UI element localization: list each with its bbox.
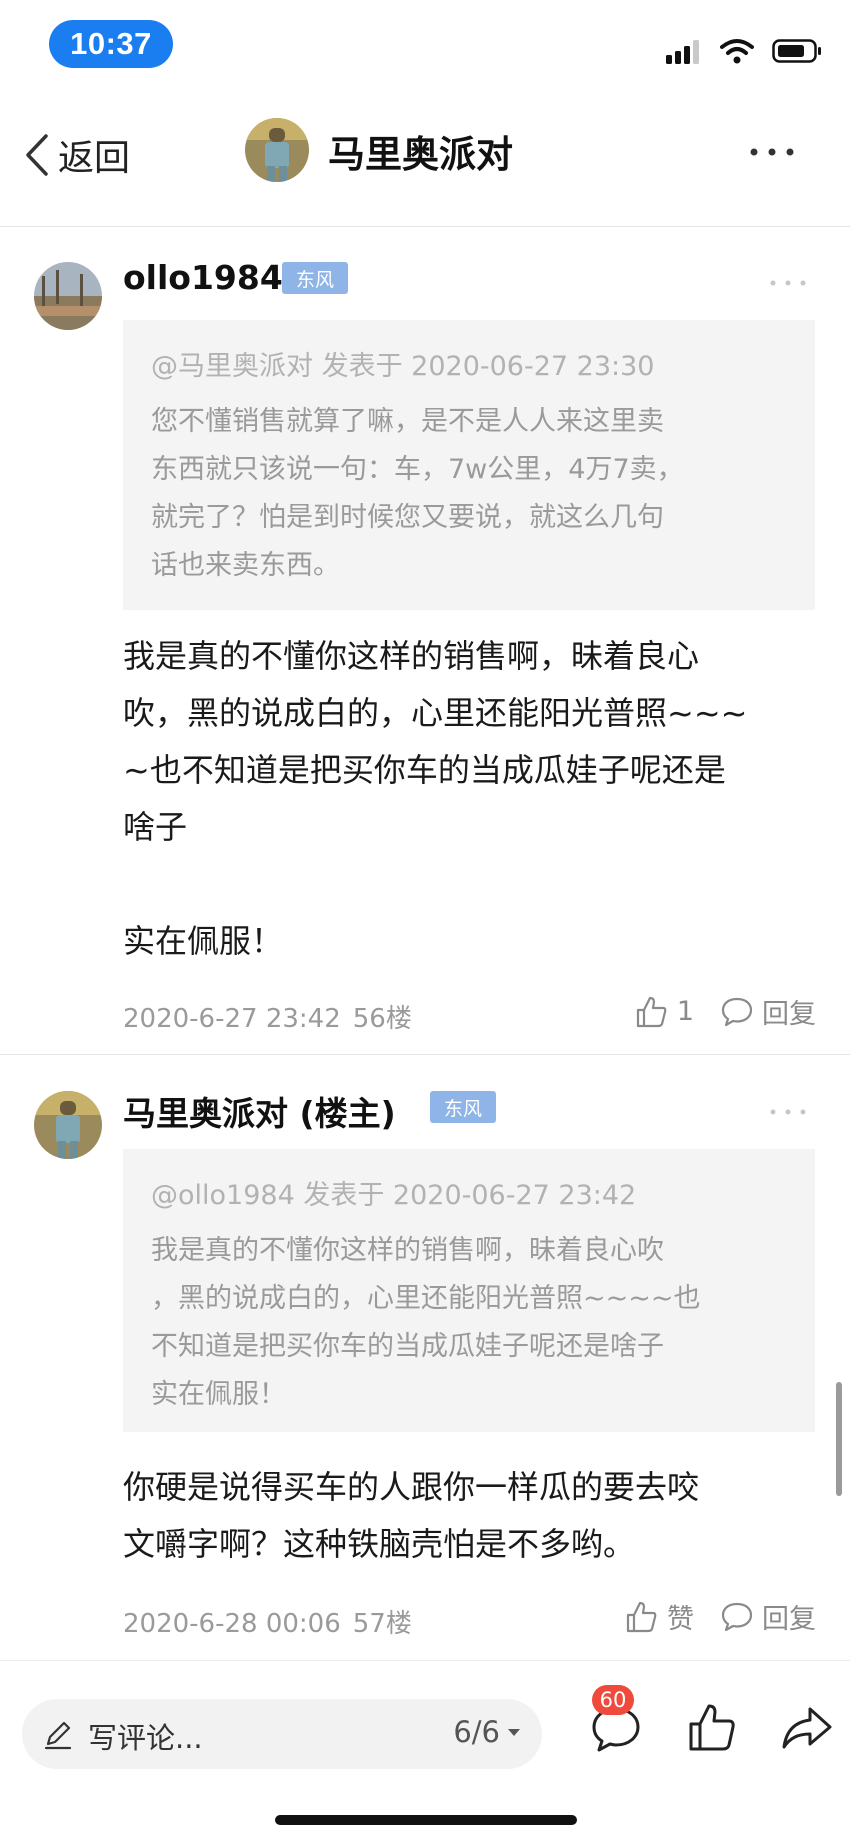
- post-actions: 赞 回复: [625, 1597, 816, 1636]
- user-badge: 东风: [430, 1091, 497, 1123]
- post-actions: 1 回复: [635, 992, 816, 1031]
- comment-count-badge: 60: [592, 1685, 634, 1715]
- more-icon[interactable]: [742, 140, 802, 164]
- thumbs-up-icon[interactable]: [686, 1701, 740, 1755]
- reply-icon: [721, 997, 753, 1026]
- post-date: 2020-6-28 00:06: [123, 1609, 341, 1639]
- reply-button[interactable]: 回复: [720, 992, 816, 1031]
- comment-placeholder: 写评论...: [88, 1721, 203, 1755]
- post-text: 你硬是说得买车的人跟你一样瓜的要去咬 文嚼字啊？这种铁脑壳怕是不多哟。: [123, 1468, 700, 1563]
- avatar[interactable]: [34, 262, 102, 330]
- status-bar: 10:37: [0, 0, 850, 92]
- status-icons: [666, 34, 822, 68]
- avatar[interactable]: [245, 118, 309, 182]
- comment-input[interactable]: 写评论... 6/6: [22, 1699, 542, 1769]
- quote-text: 我是真的不懂你这样的销售啊，昧着良心吹 ，黑的说成白的，心里还能阳光普照~~~~…: [151, 1235, 701, 1410]
- username[interactable]: 马里奥派对 (楼主): [123, 1087, 396, 1135]
- quoted-reply[interactable]: @马里奥派对 发表于 2020-06-27 23:30 您不懂销售就算了嘛，是不…: [123, 320, 815, 610]
- quoted-reply[interactable]: @ollo1984 发表于 2020-06-27 23:42 我是真的不懂你这样…: [123, 1149, 815, 1432]
- back-button[interactable]: 返回: [24, 126, 130, 184]
- post-date: 2020-6-27 23:42: [123, 1004, 341, 1034]
- reply-label: 回复: [762, 1604, 816, 1635]
- post-item: 马里奥派对 (楼主) 东风 @ollo1984 发表于 2020-06-27 2…: [0, 1055, 850, 1660]
- reply-icon: [721, 1602, 753, 1631]
- like-button[interactable]: 赞: [625, 1597, 694, 1636]
- page-selector[interactable]: 6/6: [453, 1715, 522, 1749]
- avatar[interactable]: [34, 1091, 102, 1159]
- quote-header: @马里奥派对 发表于 2020-06-27 23:30: [151, 351, 655, 382]
- share-icon[interactable]: [780, 1701, 834, 1755]
- battery-icon: [772, 39, 821, 63]
- reply-label: 回复: [762, 999, 816, 1030]
- post-meta: 2020-6-27 23:42 56楼: [123, 998, 424, 1035]
- like-button[interactable]: 1: [635, 995, 694, 1029]
- home-indicator[interactable]: [275, 1815, 577, 1825]
- more-icon[interactable]: [768, 1107, 808, 1117]
- like-icon: [636, 996, 667, 1027]
- like-icon: [626, 1601, 657, 1632]
- post-meta: 2020-6-28 00:06 57楼: [123, 1603, 424, 1640]
- bottom-bar: 写评论... 6/6 60: [0, 1660, 850, 1842]
- wifi-icon: [720, 39, 754, 64]
- post-floor: 56楼: [352, 1004, 412, 1034]
- post-floor: 57楼: [352, 1609, 412, 1639]
- like-label: 赞: [667, 1604, 694, 1635]
- post-item: ollo1984 东风 @马里奥派对 发表于 2020-06-27 23:30 …: [0, 226, 850, 1054]
- page-indicator-label: 6/6: [453, 1715, 500, 1749]
- scrollbar[interactable]: [836, 1382, 842, 1496]
- reply-button[interactable]: 回复: [720, 1597, 816, 1636]
- nav-bar: 返回 马里奥派对: [0, 92, 850, 227]
- more-icon[interactable]: [768, 278, 808, 288]
- back-arrow-icon: [26, 134, 48, 176]
- caret-down-icon: [508, 1729, 520, 1736]
- page-title: 马里奥派对: [328, 133, 513, 176]
- pencil-icon: [44, 1721, 72, 1750]
- user-badge: 东风: [282, 262, 349, 294]
- username[interactable]: ollo1984: [123, 258, 283, 297]
- status-time: 10:37: [49, 20, 173, 68]
- quote-text: 您不懂销售就算了嘛，是不是人人来这里卖 东西就只该说一句：车，7w公里，4万7卖…: [151, 406, 684, 581]
- back-label: 返回: [58, 138, 131, 179]
- like-count: 1: [676, 996, 694, 1027]
- post-text: 我是真的不懂你这样的销售啊，昧着良心 吹，黑的说成白的，心里还能阳光普照~~~ …: [123, 637, 748, 960]
- signal-icon: [666, 40, 699, 64]
- quote-header: @ollo1984 发表于 2020-06-27 23:42: [151, 1180, 637, 1211]
